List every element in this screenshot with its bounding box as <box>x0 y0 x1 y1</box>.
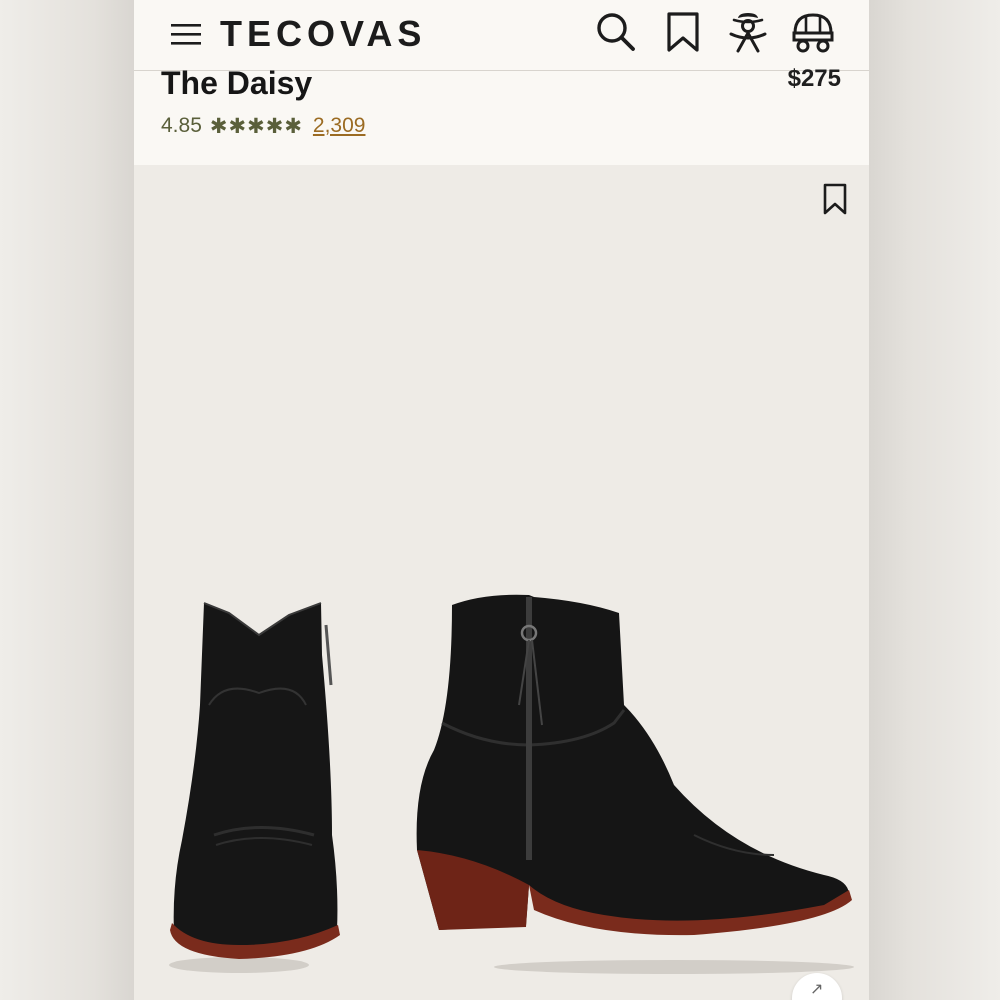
account-icon[interactable] <box>725 9 771 55</box>
boot-front-view <box>169 602 340 973</box>
brand-logo[interactable]: TECOVAS <box>220 10 426 58</box>
product-summary: The Daisy $275 4.85 ✱ ✱ ✱ ✱ ✱ 2,309 <box>134 65 869 165</box>
menu-icon[interactable] <box>168 16 204 52</box>
bookmark-icon[interactable] <box>821 182 849 216</box>
review-count-link[interactable]: 2,309 <box>313 114 366 138</box>
star-icon: ✱ <box>265 114 284 138</box>
cart-wagon-icon[interactable] <box>790 9 836 55</box>
rating-stars: ✱ ✱ ✱ ✱ ✱ <box>210 116 303 137</box>
product-page: TECOVAS The Daisy $275 4.85 ✱ ✱ ✱ ✱ ✱ 2,… <box>134 0 869 1000</box>
rating-value: 4.85 <box>161 114 202 137</box>
left-backdrop <box>0 0 134 1000</box>
search-icon[interactable] <box>593 9 639 55</box>
product-price: $275 <box>787 65 841 92</box>
bookmark-icon[interactable] <box>660 9 706 55</box>
right-backdrop <box>869 0 1000 1000</box>
arrow-up-right-icon: ↗ <box>810 981 824 998</box>
product-title: The Daisy <box>161 65 313 101</box>
star-icon: ✱ <box>209 114 228 138</box>
boot-side-view <box>416 594 854 974</box>
product-photo-boots <box>169 594 854 974</box>
star-icon: ✱ <box>284 114 302 138</box>
star-icon: ✱ <box>247 114 265 138</box>
rating-row: 4.85 ✱ ✱ ✱ ✱ ✱ 2,309 <box>161 111 365 141</box>
star-icon: ✱ <box>228 114 247 138</box>
top-nav-bar: TECOVAS <box>134 0 869 71</box>
product-image-gallery[interactable]: ↗ <box>134 165 869 1000</box>
